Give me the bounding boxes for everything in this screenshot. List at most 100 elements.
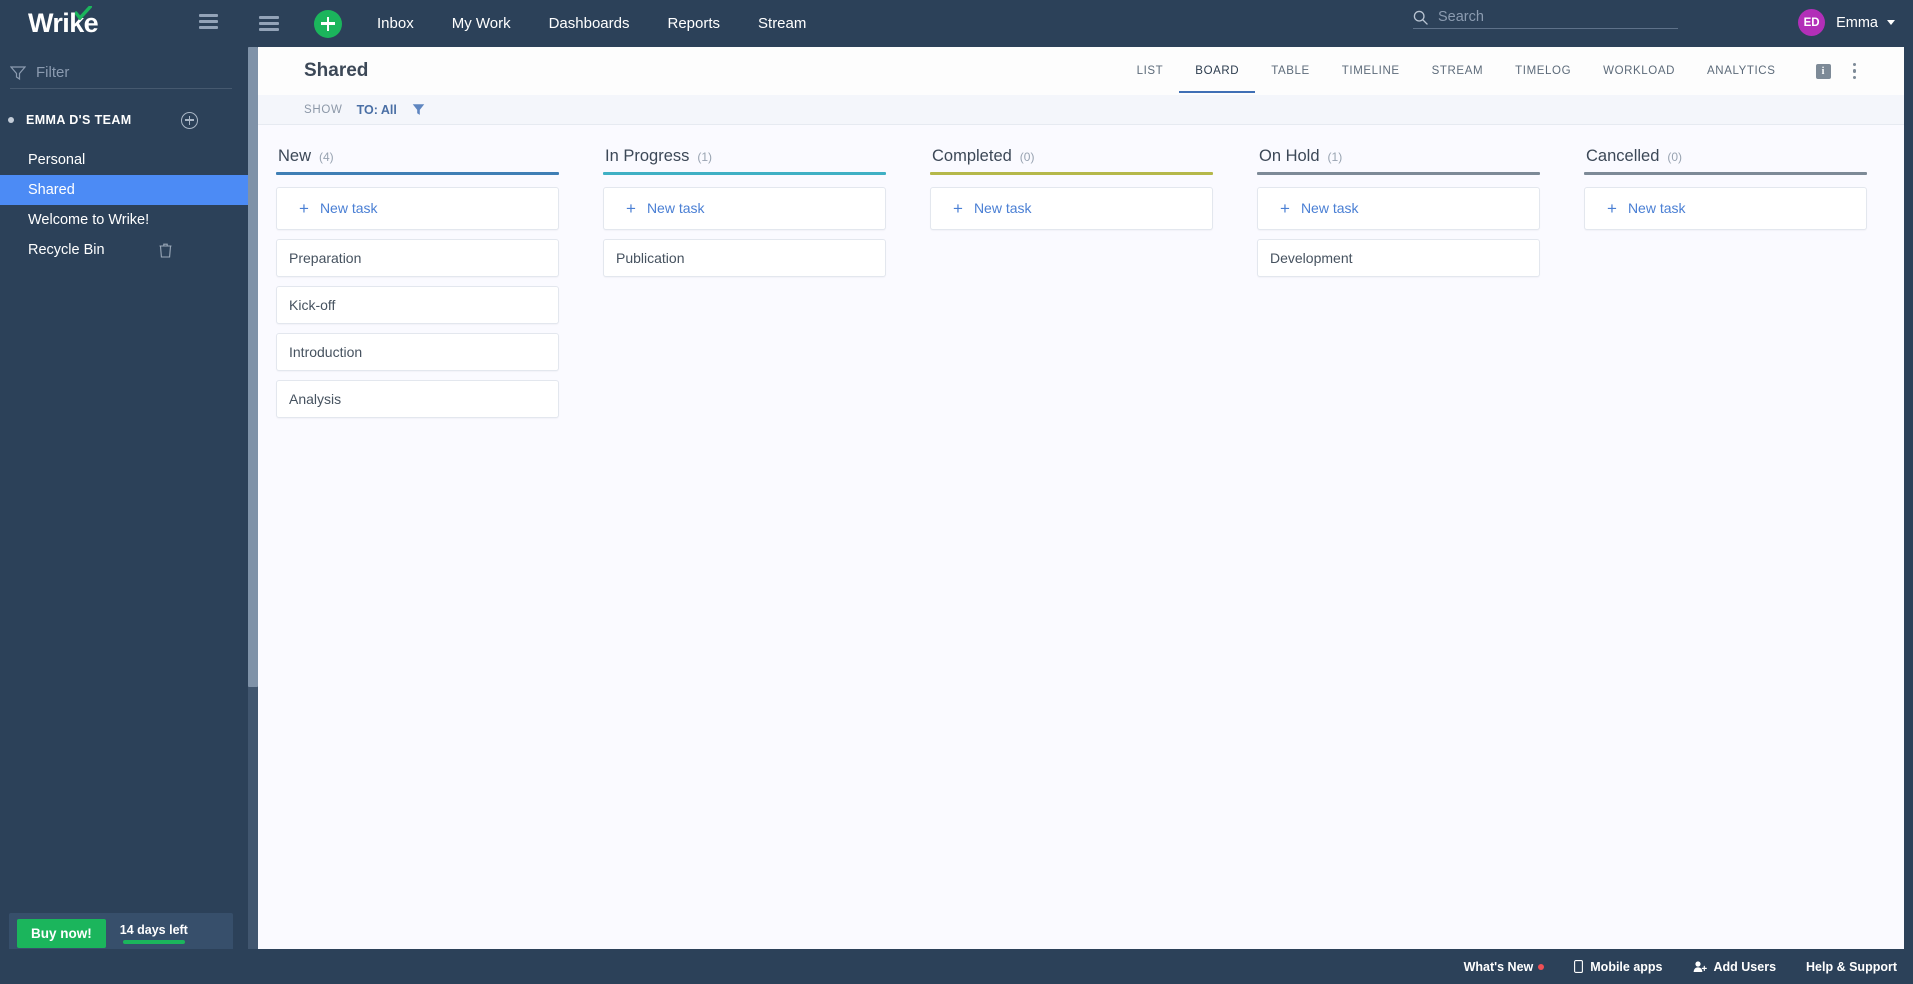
new-task-button[interactable]: + New task bbox=[1584, 186, 1867, 230]
add-users-link[interactable]: Add Users bbox=[1693, 959, 1777, 974]
column-count: (4) bbox=[319, 150, 334, 164]
sidebar-scrollbar-thumb[interactable] bbox=[248, 47, 258, 687]
funnel-icon[interactable] bbox=[412, 103, 425, 116]
tab-timeline[interactable]: TIMELINE bbox=[1326, 49, 1416, 93]
nav-item-my-work[interactable]: My Work bbox=[452, 15, 511, 32]
task-card[interactable]: Kick-off bbox=[276, 285, 559, 324]
trial-days-left-label: 14 days left bbox=[119, 922, 188, 937]
main-content: Shared LIST BOARD TABLE TIMELINE STREAM … bbox=[254, 47, 1904, 949]
kebab-menu-icon[interactable] bbox=[1852, 62, 1856, 80]
info-icon[interactable]: i bbox=[1815, 63, 1831, 79]
column-rule bbox=[930, 172, 1213, 175]
task-card[interactable]: Development bbox=[1257, 238, 1540, 277]
trial-progress-bar bbox=[122, 939, 185, 944]
sidebar-filter-row bbox=[10, 59, 232, 89]
new-task-button[interactable]: + New task bbox=[930, 186, 1213, 230]
tab-stream[interactable]: STREAM bbox=[1416, 49, 1500, 93]
page-title: Shared bbox=[304, 60, 369, 81]
main-menu-hamburger-icon[interactable] bbox=[259, 16, 279, 31]
top-navigation-bar: Inbox My Work Dashboards Reports Stream … bbox=[254, 0, 1913, 47]
task-title: Introduction bbox=[289, 343, 363, 360]
column-rule bbox=[276, 172, 559, 175]
plus-icon: + bbox=[1607, 198, 1617, 218]
help-and-support-link[interactable]: Help & Support bbox=[1806, 960, 1897, 974]
tab-table[interactable]: TABLE bbox=[1255, 49, 1326, 93]
top-nav-links: Inbox My Work Dashboards Reports Stream bbox=[377, 15, 806, 32]
task-card[interactable]: Analysis bbox=[276, 379, 559, 418]
task-card[interactable]: Introduction bbox=[276, 332, 559, 371]
column-count: (0) bbox=[1019, 150, 1035, 164]
buy-now-button[interactable]: Buy now! bbox=[17, 918, 106, 948]
task-title: Analysis bbox=[289, 390, 342, 407]
column-header: New (4) bbox=[276, 147, 559, 166]
sidebar: Wrike EMMA D'S TEAM Personal bbox=[0, 0, 254, 984]
plus-icon: + bbox=[299, 198, 309, 218]
board-column-cancelled: Cancelled (0) + New task bbox=[1562, 147, 1889, 935]
column-header: Cancelled (0) bbox=[1584, 147, 1867, 166]
board-column-new: New (4) + New task Preparation Kick-off … bbox=[254, 147, 581, 935]
add-folder-plus-circle-icon[interactable] bbox=[181, 111, 198, 129]
new-task-label: New task bbox=[646, 200, 705, 216]
search-input[interactable] bbox=[1438, 9, 1678, 25]
content-title-bar: Shared LIST BOARD TABLE TIMELINE STREAM … bbox=[254, 47, 1904, 95]
new-task-button[interactable]: + New task bbox=[276, 186, 559, 230]
mobile-apps-label: Mobile apps bbox=[1590, 959, 1663, 974]
tab-timelog[interactable]: TIMELOG bbox=[1499, 49, 1587, 93]
sidebar-team-label: EMMA D'S TEAM bbox=[26, 113, 132, 127]
show-label: SHOW bbox=[304, 103, 343, 116]
task-title: Kick-off bbox=[289, 296, 336, 313]
column-rule bbox=[1584, 172, 1867, 175]
view-tab-icons: i bbox=[1815, 62, 1856, 80]
new-task-button[interactable]: + New task bbox=[1257, 186, 1540, 230]
column-title: On Hold bbox=[1259, 147, 1320, 165]
sidebar-item-personal[interactable]: Personal bbox=[0, 145, 254, 175]
whats-new-link[interactable]: What's New bbox=[1464, 960, 1545, 974]
column-count: (1) bbox=[697, 150, 713, 164]
mobile-phone-icon bbox=[1574, 960, 1584, 973]
sidebar-item-label: Shared bbox=[28, 182, 75, 198]
user-menu[interactable]: ED Emma bbox=[1798, 9, 1895, 36]
task-card[interactable]: Preparation bbox=[276, 238, 559, 277]
trial-banner: Buy now! 14 days left bbox=[9, 913, 233, 953]
wrike-logo[interactable]: Wrike bbox=[28, 6, 99, 37]
column-title: In Progress bbox=[605, 147, 690, 165]
plus-icon: + bbox=[953, 198, 963, 218]
avatar: ED bbox=[1798, 9, 1826, 36]
add-users-label: Add Users bbox=[1713, 959, 1777, 974]
new-task-label: New task bbox=[1300, 200, 1359, 216]
search-icon bbox=[1413, 10, 1428, 25]
show-filter-bar: SHOW TO: All bbox=[254, 95, 1904, 125]
create-new-button[interactable] bbox=[314, 9, 342, 38]
tab-workload[interactable]: WORKLOAD bbox=[1587, 49, 1691, 93]
sidebar-team-row[interactable]: EMMA D'S TEAM bbox=[0, 103, 254, 137]
nav-item-stream[interactable]: Stream bbox=[758, 15, 806, 32]
sidebar-collapse-hamburger-icon[interactable] bbox=[199, 14, 218, 29]
new-task-label: New task bbox=[973, 200, 1032, 216]
whats-new-label: What's New bbox=[1463, 959, 1534, 974]
column-title: New bbox=[278, 147, 312, 165]
mobile-apps-link[interactable]: Mobile apps bbox=[1574, 959, 1663, 974]
tab-list[interactable]: LIST bbox=[1121, 49, 1180, 93]
help-support-label: Help & Support bbox=[1806, 959, 1897, 974]
task-title: Preparation bbox=[289, 249, 362, 266]
new-task-button[interactable]: + New task bbox=[603, 186, 886, 230]
nav-item-dashboards[interactable]: Dashboards bbox=[549, 15, 630, 32]
column-rule bbox=[603, 172, 886, 175]
nav-item-inbox[interactable]: Inbox bbox=[377, 15, 414, 32]
nav-item-reports[interactable]: Reports bbox=[667, 15, 720, 32]
sidebar-item-welcome-to-wrike[interactable]: Welcome to Wrike! bbox=[0, 205, 254, 235]
tab-board[interactable]: BOARD bbox=[1179, 49, 1256, 93]
show-filter-value[interactable]: TO: All bbox=[357, 103, 397, 117]
task-card[interactable]: Publication bbox=[603, 238, 886, 277]
sidebar-item-label: Personal bbox=[28, 152, 86, 168]
column-header: On Hold (1) bbox=[1257, 147, 1540, 166]
sidebar-item-shared[interactable]: Shared bbox=[0, 175, 254, 205]
window-right-edge bbox=[1904, 0, 1913, 984]
tab-analytics[interactable]: ANALYTICS bbox=[1691, 49, 1791, 93]
sidebar-nav-list: Personal Shared Welcome to Wrike! Recycl… bbox=[0, 145, 254, 265]
sidebar-item-recycle-bin[interactable]: Recycle Bin bbox=[0, 235, 254, 265]
trash-icon[interactable] bbox=[159, 243, 172, 258]
column-title: Cancelled bbox=[1586, 147, 1660, 165]
filter-input[interactable] bbox=[36, 64, 232, 81]
status-dot-icon bbox=[8, 117, 14, 123]
